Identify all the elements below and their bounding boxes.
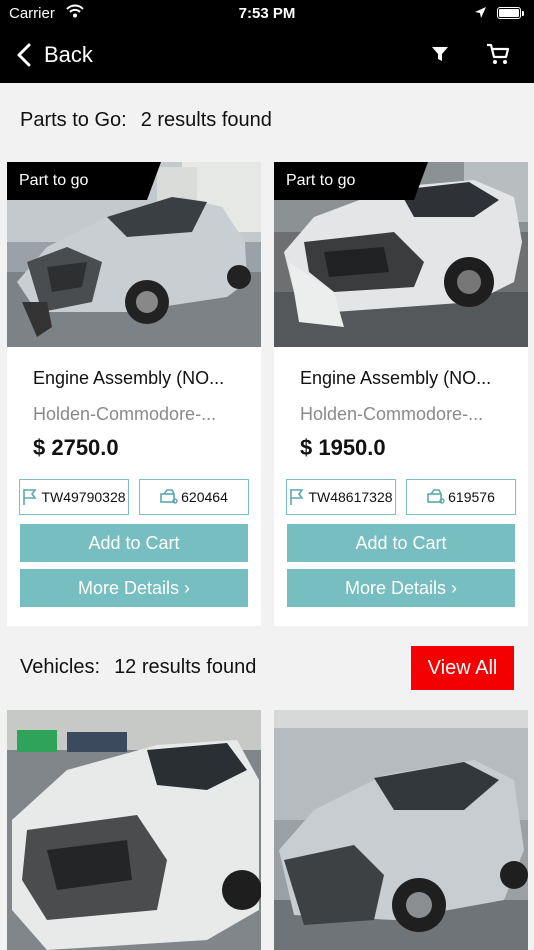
vehicle-ref-icon	[160, 489, 178, 504]
reference-number-chip: 620464	[139, 479, 249, 515]
part-to-go-tag: Part to go	[274, 162, 428, 200]
clock: 7:53 PM	[238, 5, 296, 22]
vehicle-photo	[7, 710, 261, 950]
reference-number: 620464	[181, 489, 228, 505]
part-card[interactable]: Part to go Engine Assembly (NO... Holden…	[274, 162, 528, 626]
location-arrow-icon	[475, 7, 486, 18]
view-all-button[interactable]: View All	[411, 646, 514, 690]
vehicle-ref-icon	[427, 489, 445, 504]
status-bar: Carrier 7:53 PM	[0, 0, 534, 28]
part-price: $ 2750.0	[33, 435, 119, 460]
cart-icon[interactable]	[485, 41, 511, 67]
battery-icon	[497, 7, 521, 19]
vehicles-section-heading: Vehicles: 12 results found	[20, 656, 256, 679]
back-label: Back	[44, 42, 93, 67]
vehicles-result-count: 12 results found	[114, 656, 257, 678]
add-to-cart-button[interactable]: Add to Cart	[287, 524, 515, 562]
part-model: Holden-Commodore-...	[33, 404, 217, 424]
chevron-left-icon	[17, 43, 31, 67]
part-name: Engine Assembly (NO...	[300, 368, 492, 388]
part-price: $ 1950.0	[300, 435, 386, 460]
vehicles-section-label: Vehicles:	[20, 656, 101, 678]
stock-tag-icon	[23, 489, 38, 505]
parts-section-heading: Parts to Go: 2 results found	[20, 109, 272, 132]
part-card[interactable]: Part to go Engine Assembly (NO... Holden…	[7, 162, 261, 626]
part-name: Engine Assembly (NO...	[33, 368, 225, 388]
part-to-go-tag: Part to go	[7, 162, 161, 200]
stock-tag-icon	[290, 489, 305, 505]
vehicle-card[interactable]	[274, 710, 528, 950]
reference-number-chip: 619576	[406, 479, 516, 515]
stock-number: TW48617328	[308, 489, 393, 505]
back-button[interactable]: Back	[14, 38, 93, 72]
vehicle-photo	[274, 710, 528, 950]
more-details-button[interactable]: More Details ›	[287, 569, 515, 607]
stock-number-chip: TW49790328	[19, 479, 129, 515]
stock-number: TW49790328	[41, 489, 126, 505]
reference-number: 619576	[448, 489, 495, 505]
filter-icon[interactable]	[430, 44, 450, 64]
part-model: Holden-Commodore-...	[300, 404, 484, 424]
vehicle-card[interactable]	[7, 710, 261, 950]
parts-section-label: Parts to Go:	[20, 109, 127, 131]
navigation-bar: Back	[0, 28, 534, 83]
parts-result-count: 2 results found	[140, 109, 272, 131]
more-details-button[interactable]: More Details ›	[20, 569, 248, 607]
battery-tip	[522, 11, 524, 16]
add-to-cart-button[interactable]: Add to Cart	[20, 524, 248, 562]
stock-number-chip: TW48617328	[286, 479, 396, 515]
